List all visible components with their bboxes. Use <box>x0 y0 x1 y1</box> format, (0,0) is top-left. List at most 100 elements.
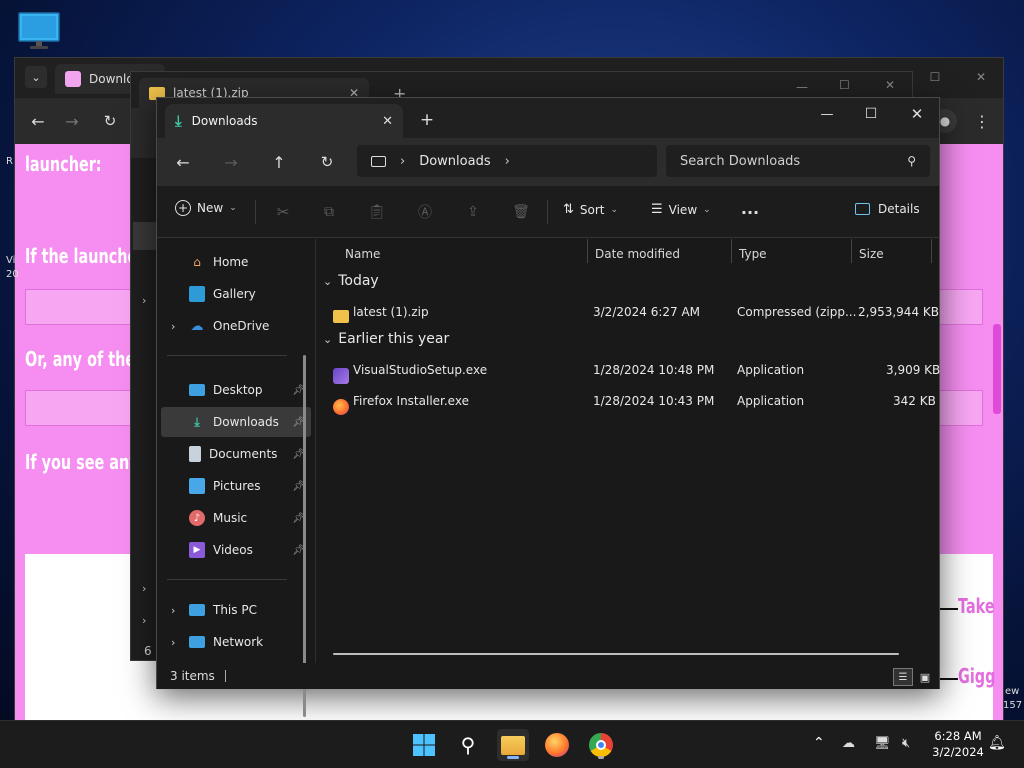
clock[interactable]: 6:28 AM 3/2/2024 <box>928 728 988 760</box>
group-header-earlier-this-year[interactable]: ⌄ Earlier this year <box>323 331 449 347</box>
maximize-icon[interactable]: ☐ <box>839 78 850 92</box>
file-row[interactable]: VisualStudioSetup.exe 1/28/2024 10:48 PM… <box>331 356 940 384</box>
page-text-fragment: 20 <box>6 269 19 280</box>
back-button[interactable]: ← <box>171 150 195 174</box>
tab-list-button[interactable]: ⌄ <box>25 66 47 88</box>
nav-item-desktop[interactable]: Desktop 📌︎ <box>161 375 311 405</box>
column-header-date[interactable]: Date modified <box>595 242 680 266</box>
page-text-fragment: ew <box>1005 686 1020 697</box>
nav-item-videos[interactable]: ▶ Videos 📌︎ <box>161 535 311 565</box>
chevron-right-icon[interactable]: › <box>142 582 146 595</box>
flowchart-line <box>940 678 958 680</box>
up-button[interactable]: ↑ <box>267 150 291 174</box>
minimize-icon: — <box>820 106 834 122</box>
column-separator[interactable] <box>851 239 852 263</box>
close-icon[interactable]: ✕ <box>382 114 393 129</box>
page-text-if-you-see: If you see anyt <box>25 450 146 474</box>
back-button[interactable]: ← <box>27 110 49 132</box>
column-header-size[interactable]: Size <box>859 242 884 266</box>
copy-button[interactable]: ⧉ <box>317 200 341 224</box>
nav-item-network[interactable]: › Network <box>161 627 311 657</box>
paste-button[interactable]: 📋︎ <box>365 200 389 224</box>
address-box[interactable]: › Downloads › <box>357 145 657 177</box>
nav-item-pictures[interactable]: Pictures 📌︎ <box>161 471 311 501</box>
maximize-button[interactable]: ☐ <box>923 66 947 88</box>
rename-button[interactable]: Ⓐ <box>413 200 437 224</box>
nav-label: Downloads <box>213 415 279 429</box>
close-icon[interactable]: ✕ <box>885 78 895 92</box>
nav-item-onedrive[interactable]: › ☁ OneDrive <box>161 311 311 341</box>
view-button[interactable]: ☰ View ⌄ <box>651 202 711 217</box>
nav-item-gallery[interactable]: Gallery <box>161 279 311 309</box>
reload-button[interactable]: ↻ <box>99 110 121 132</box>
forward-button[interactable]: → <box>219 150 243 174</box>
file-explorer-window[interactable]: ⤓ Downloads ✕ + — ☐ ✕ ← → ↑ ↻ › Download… <box>156 97 940 717</box>
chevron-up-icon[interactable]: ⌃ <box>813 735 825 751</box>
forward-button[interactable]: → <box>61 110 83 132</box>
nav-item-downloads[interactable]: ⤓ Downloads 📌︎ <box>161 407 311 437</box>
page-text-fragment: Vi <box>6 255 16 266</box>
item-count: 3 items <box>170 669 215 683</box>
start-button[interactable] <box>408 729 440 761</box>
explorer-tab-downloads[interactable]: ⤓ Downloads ✕ <box>165 104 403 138</box>
sort-arrows-icon: ⇅ <box>563 202 574 217</box>
nav-item-documents[interactable]: Documents 📌︎ <box>161 439 311 469</box>
arrow-right-icon: → <box>224 152 238 172</box>
minimize-button[interactable]: — <box>815 102 839 126</box>
delete-button[interactable]: 🗑︎ <box>509 200 533 224</box>
horizontal-scrollbar[interactable] <box>333 653 899 655</box>
this-pc-desktop-icon[interactable] <box>17 11 61 51</box>
chevron-right-icon[interactable]: › <box>142 614 146 627</box>
chevron-right-icon[interactable]: › <box>171 636 175 649</box>
notification-bell-icon[interactable]: 🔔︎ <box>988 735 1006 751</box>
file-row[interactable]: latest (1).zip 3/2/2024 6:27 AM Compress… <box>331 298 939 326</box>
file-type: Application <box>737 363 805 377</box>
chevron-right-icon[interactable]: › <box>142 294 146 307</box>
chevron-right-icon[interactable]: › <box>171 320 175 333</box>
navigation-pane: ⌂ Home Gallery › ☁ OneDrive Desktop 📌︎ ⤓… <box>157 239 315 717</box>
download-arrow-icon: ⤓ <box>194 414 200 429</box>
details-view-button[interactable]: ☰ <box>893 668 913 686</box>
menu-button[interactable]: ⋮ <box>970 109 994 133</box>
nav-item-this-pc[interactable]: › This PC <box>161 595 311 625</box>
person-icon: ● <box>939 114 951 128</box>
network-icon[interactable]: 🖥︎ <box>874 736 891 751</box>
new-button[interactable]: + New ⌄ <box>175 200 237 216</box>
page-text-or-any: Or, any of the l <box>25 347 146 371</box>
search-input[interactable]: Search Downloads ⚲ <box>666 145 930 177</box>
cut-button[interactable]: ✂ <box>271 200 295 224</box>
file-row[interactable]: Firefox Installer.exe 1/28/2024 10:43 PM… <box>331 387 936 415</box>
file-explorer-taskbar-button[interactable] <box>497 729 529 761</box>
refresh-button[interactable]: ↻ <box>315 150 339 174</box>
column-separator[interactable] <box>587 239 588 263</box>
chevron-right-icon[interactable]: › <box>171 604 175 617</box>
column-header-type[interactable]: Type <box>739 242 767 266</box>
column-separator[interactable] <box>931 239 932 263</box>
close-button[interactable]: ✕ <box>969 66 993 88</box>
sort-button[interactable]: ⇅ Sort ⌄ <box>563 202 618 217</box>
firefox-taskbar-button[interactable] <box>541 729 573 761</box>
page-text-take: Take <box>958 594 995 618</box>
details-pane-button[interactable]: Details <box>855 202 920 216</box>
chevron-right-icon[interactable]: › <box>505 154 510 169</box>
column-header-name[interactable]: Name <box>345 242 380 266</box>
scrollbar-thumb[interactable] <box>993 324 1001 414</box>
more-options-button[interactable]: ··· <box>737 200 763 224</box>
chrome-taskbar-button[interactable] <box>585 729 617 761</box>
maximize-button[interactable]: ☐ <box>859 102 883 126</box>
onedrive-offline-icon[interactable]: ☁ <box>842 736 855 751</box>
close-button[interactable]: ✕ <box>905 102 929 126</box>
details-pane-icon <box>855 203 870 215</box>
new-tab-button[interactable]: + <box>415 108 439 132</box>
volume-muted-icon[interactable]: 🔇︎ <box>902 736 910 751</box>
group-header-today[interactable]: ⌄ Today <box>323 273 379 289</box>
share-button[interactable]: ⇪ <box>461 200 485 224</box>
page-text-fragment: R <box>6 156 13 167</box>
nav-item-home[interactable]: ⌂ Home <box>161 247 311 277</box>
breadcrumb-downloads[interactable]: Downloads <box>419 154 490 169</box>
minimize-icon[interactable]: — <box>796 80 808 94</box>
search-button[interactable]: ⚲ <box>452 729 484 761</box>
nav-item-music[interactable]: ♪ Music 📌︎ <box>161 503 311 533</box>
column-separator[interactable] <box>731 239 732 263</box>
tiles-view-button[interactable]: ▣ <box>915 668 935 686</box>
